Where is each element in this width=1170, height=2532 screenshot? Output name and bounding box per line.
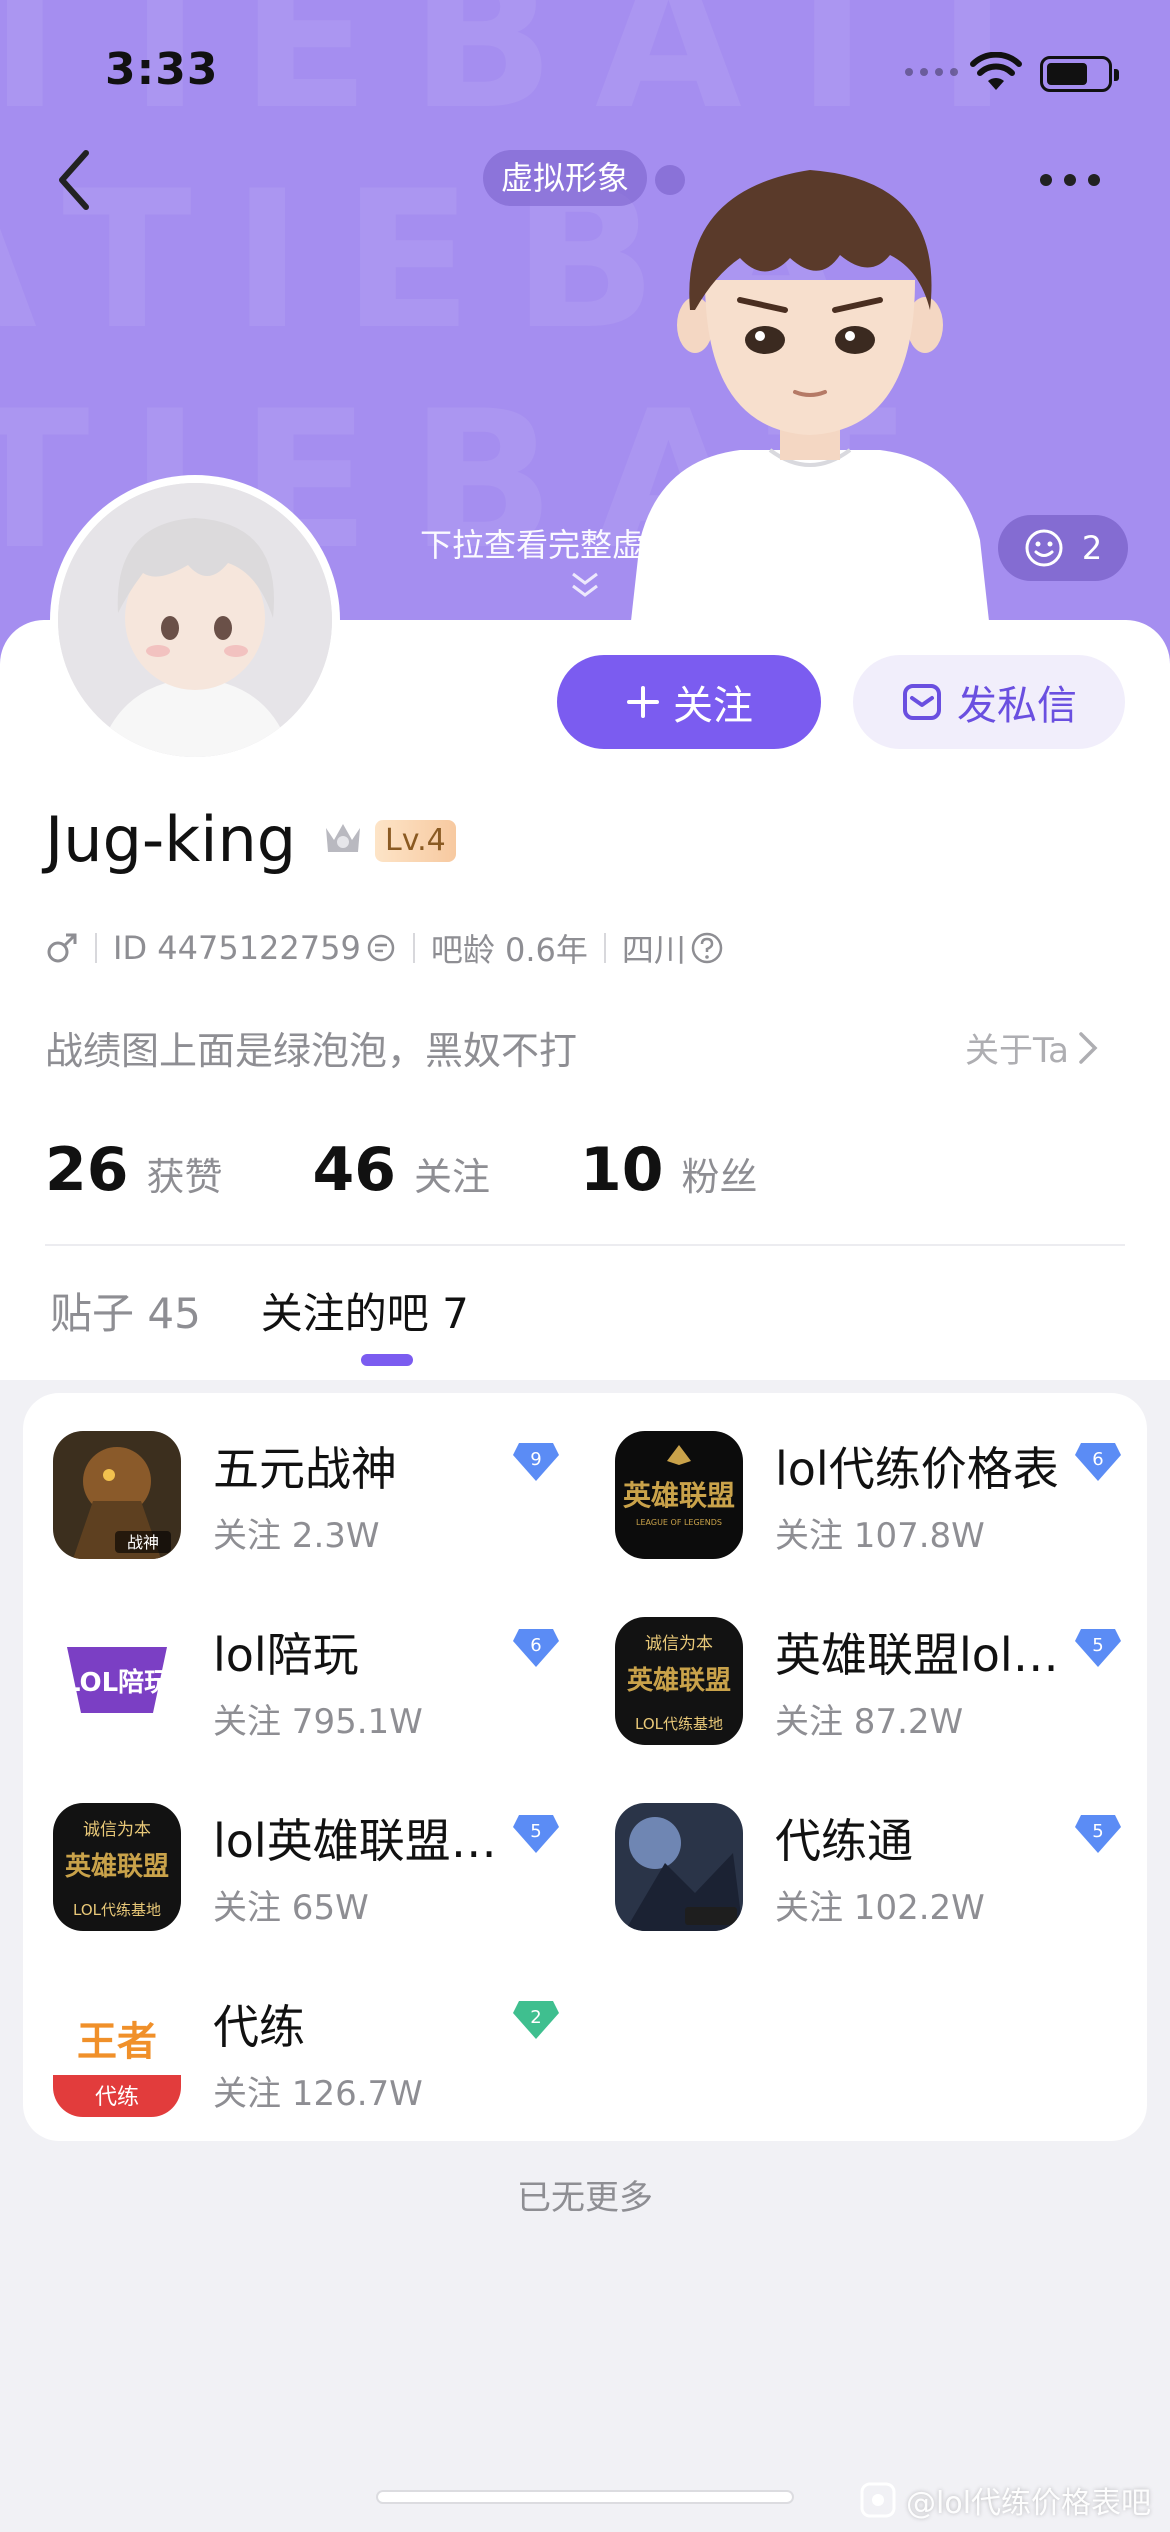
about-link[interactable]: 关于Ta bbox=[965, 1023, 1099, 1072]
forum-level-gem-icon: 6 bbox=[513, 1629, 559, 1667]
forum-level-gem-icon: 5 bbox=[1075, 1629, 1121, 1667]
icon-text: 诚信为本 bbox=[645, 1634, 713, 1654]
envelope-icon bbox=[903, 684, 941, 720]
username: Jug-king bbox=[45, 803, 297, 876]
forum-level: 5 bbox=[1092, 1821, 1103, 1842]
forum-level: 5 bbox=[530, 1821, 541, 1842]
icon-text: LOL代练基地 bbox=[635, 1715, 723, 1733]
more-options-icon[interactable] bbox=[1040, 160, 1120, 200]
profile-meta: ID 4475122759 吧龄 0.6年 四川 bbox=[45, 925, 724, 971]
cellular-signal-icon bbox=[905, 68, 958, 76]
watermark-text: @lol代练价格表吧 bbox=[906, 2486, 1152, 2521]
stat-number: 46 bbox=[312, 1135, 397, 1205]
forum-icon bbox=[615, 1803, 743, 1931]
double-chevron-down-icon bbox=[572, 572, 598, 597]
list-item[interactable]: 诚信为本 英雄联盟 LOL代练基地 lol英雄联盟… 关注 65W 5 bbox=[23, 1775, 563, 1945]
forum-level: 5 bbox=[1092, 1635, 1103, 1656]
stat-likes[interactable]: 26 获赞 bbox=[45, 1135, 223, 1205]
tieba-logo-icon bbox=[860, 2482, 896, 2518]
icon-text: 王者 bbox=[77, 2019, 157, 2065]
forum-follows: 关注 795.1W bbox=[213, 1702, 423, 1742]
status-bar: 3:33 bbox=[0, 0, 1170, 140]
stat-fans[interactable]: 10 粉丝 bbox=[580, 1135, 758, 1205]
followed-bars-grid: LOL陪玩 lol陪玩 关注 795.1W 6 诚信为本 英雄联盟 LOL代练基… bbox=[23, 1393, 1147, 2141]
forum-name: 代练通 bbox=[775, 1814, 913, 1868]
help-icon[interactable] bbox=[690, 931, 724, 965]
icon-text: 英雄联盟 bbox=[627, 1666, 731, 1696]
forum-follows: 关注 126.7W bbox=[213, 2074, 423, 2114]
private-message-button[interactable]: 发私信 bbox=[853, 655, 1125, 749]
stat-number: 10 bbox=[580, 1135, 664, 1205]
smile-icon bbox=[1025, 529, 1063, 567]
stats-row: 26 获赞 46 关注 10 粉丝 bbox=[45, 1135, 848, 1205]
location: 四川 bbox=[621, 931, 686, 969]
stat-number: 26 bbox=[45, 1135, 129, 1205]
level-badge: Lv.4 bbox=[375, 820, 456, 862]
forum-level: 2 bbox=[530, 2007, 541, 2028]
icon-text: LOL陪玩 bbox=[64, 1667, 170, 1698]
stat-label: 获赞 bbox=[146, 1155, 223, 1199]
forum-level-gem-icon: 5 bbox=[1075, 1815, 1121, 1853]
forum-level-gem-icon: 2 bbox=[513, 2001, 559, 2039]
forum-name: lol陪玩 bbox=[213, 1628, 359, 1682]
icon-text: 诚信为本 bbox=[83, 1820, 151, 1840]
stat-label: 粉丝 bbox=[681, 1155, 758, 1199]
forum-icon: 诚信为本 英雄联盟 LOL代练基地 bbox=[615, 1617, 743, 1745]
source-watermark: @lol代练价格表吧 bbox=[860, 2478, 1151, 2522]
wifi-icon bbox=[970, 52, 1022, 90]
plus-icon bbox=[627, 686, 659, 718]
no-more-text: 已无更多 bbox=[517, 2178, 653, 2218]
list-item[interactable]: 诚信为本 英雄联盟 LOL代练基地 英雄联盟lol… 关注 87.2W 5 bbox=[585, 1589, 1125, 1759]
forum-icon: 王者 代练 bbox=[53, 1989, 181, 2117]
forum-name: 英雄联盟lol… bbox=[775, 1628, 1059, 1682]
reaction-badge[interactable]: 2 bbox=[998, 515, 1128, 581]
forum-follows: 关注 102.2W bbox=[775, 1888, 985, 1928]
icon-text: LOL代练基地 bbox=[73, 1901, 161, 1919]
message-button-label: 发私信 bbox=[957, 683, 1077, 729]
home-indicator[interactable] bbox=[376, 2490, 794, 2504]
list-item[interactable]: 王者 代练 代练 关注 126.7W 2 bbox=[23, 1961, 563, 2131]
status-time: 3:33 bbox=[105, 44, 219, 95]
forum-level: 6 bbox=[530, 1635, 541, 1656]
pull-down-hint: 下拉查看完整虚 bbox=[420, 526, 645, 564]
list-item[interactable]: 代练通 关注 102.2W 5 bbox=[585, 1775, 1125, 1945]
avatar-image bbox=[58, 483, 332, 757]
forum-level-gem-icon: 5 bbox=[513, 1815, 559, 1853]
icon-text: 代练 bbox=[95, 2085, 139, 2110]
list-item[interactable]: LOL陪玩 lol陪玩 关注 795.1W 6 bbox=[23, 1589, 563, 1759]
follow-button[interactable]: 关注 bbox=[557, 655, 821, 749]
reaction-count: 2 bbox=[1081, 529, 1103, 567]
copy-icon[interactable] bbox=[365, 932, 397, 964]
divider bbox=[45, 1244, 1125, 1246]
forum-icon: 诚信为本 英雄联盟 LOL代练基地 bbox=[53, 1803, 181, 1931]
forum-icon: LOL陪玩 bbox=[53, 1617, 181, 1745]
crown-icon bbox=[326, 824, 360, 852]
user-id: ID 4475122759 bbox=[113, 929, 361, 967]
forum-name: lol英雄联盟… bbox=[213, 1814, 497, 1868]
bio-text: 战绩图上面是绿泡泡，黑奴不打 bbox=[45, 1029, 578, 1073]
tab-posts[interactable]: 贴子 45 bbox=[50, 1280, 201, 1341]
stat-following[interactable]: 46 关注 bbox=[313, 1135, 491, 1205]
about-label: 关于Ta bbox=[965, 1031, 1069, 1071]
forum-name: 代练 bbox=[213, 2000, 305, 2054]
forum-follows: 关注 87.2W bbox=[775, 1702, 964, 1742]
battery-icon bbox=[1040, 56, 1119, 92]
icon-text: 英雄联盟 bbox=[65, 1852, 169, 1882]
avatar[interactable] bbox=[50, 475, 340, 765]
back-chevron-icon[interactable] bbox=[50, 145, 100, 215]
bar-age: 吧龄 0.6年 bbox=[430, 931, 588, 969]
tab-followed-bars[interactable]: 关注的吧 7 bbox=[261, 1280, 469, 1341]
active-tab-indicator bbox=[361, 1354, 413, 1366]
profile-tabs: 贴子 45 关注的吧 7 bbox=[50, 1280, 469, 1341]
male-gender-icon bbox=[47, 933, 77, 963]
forum-follows: 关注 65W bbox=[213, 1888, 369, 1928]
follow-button-label: 关注 bbox=[673, 683, 753, 729]
chevron-right-icon bbox=[1079, 1031, 1098, 1064]
stat-label: 关注 bbox=[414, 1155, 491, 1199]
